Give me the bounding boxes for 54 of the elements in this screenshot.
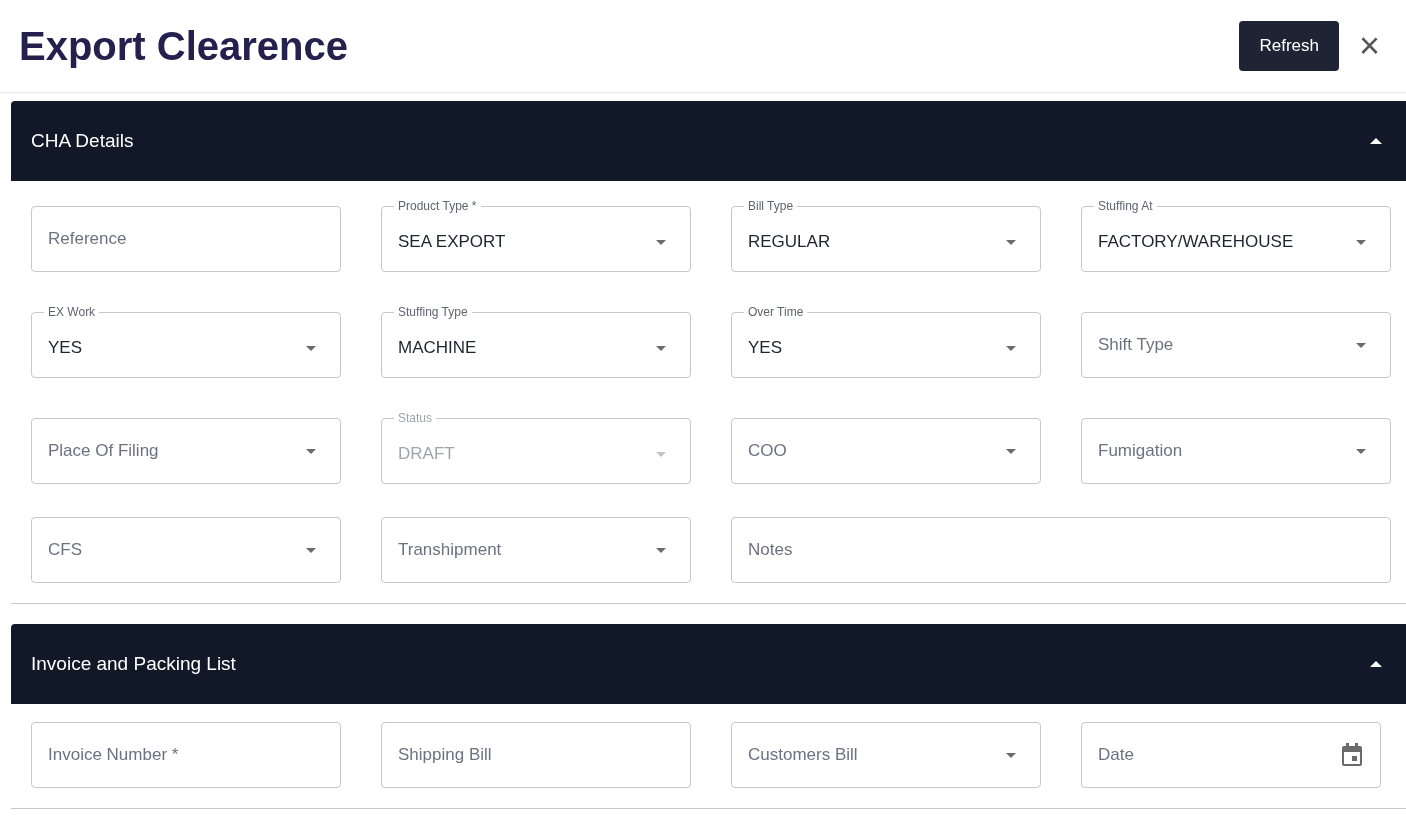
select-field[interactable]: EX Work YES <box>31 305 341 378</box>
field-value: YES <box>48 337 84 360</box>
select-field[interactable]: Fumigation <box>1081 418 1391 484</box>
field-placeholder: Shift Type <box>1098 334 1175 357</box>
field-value: FACTORY/WAREHOUSE <box>1098 231 1295 254</box>
notes-field[interactable]: Notes <box>731 517 1391 583</box>
text-field[interactable]: Invoice Number * <box>31 722 341 788</box>
select-field[interactable]: Place Of Filing <box>31 418 341 484</box>
field-value: SEA EXPORT <box>398 231 507 254</box>
field-placeholder: Customers Bill <box>748 744 859 767</box>
collapse-caret-icon <box>1370 138 1382 144</box>
select-field[interactable]: CFS <box>31 517 341 583</box>
select-field[interactable]: Transhipment <box>381 517 691 583</box>
input-text[interactable]: Shipping Bill <box>398 742 674 768</box>
select-field[interactable]: Product Type * SEA EXPORT <box>381 199 691 272</box>
field-label: Over Time <box>747 305 805 319</box>
section-title: CHA Details <box>31 128 134 153</box>
input-text[interactable]: Notes <box>748 537 1374 563</box>
field-label: Stuffing Type <box>397 305 469 319</box>
section-header[interactable]: CHA Details <box>11 101 1406 181</box>
select-field[interactable]: Bill Type REGULAR <box>731 199 1041 272</box>
field-placeholder: Transhipment <box>398 539 503 562</box>
field-label: Bill Type <box>747 199 795 213</box>
refresh-button[interactable]: Refresh <box>1239 21 1339 71</box>
input-text[interactable]: Date <box>1098 742 1340 768</box>
select-field[interactable]: Customers Bill <box>731 722 1041 788</box>
field-value: MACHINE <box>398 337 478 360</box>
field-placeholder: CFS <box>48 539 83 562</box>
field-value: YES <box>748 337 784 360</box>
input-text[interactable]: Reference <box>48 226 324 252</box>
field-placeholder: Fumigation <box>1098 440 1184 463</box>
select-field[interactable]: Stuffing Type MACHINE <box>381 305 691 378</box>
field-label: Stuffing At <box>1097 199 1154 213</box>
close-button[interactable]: × <box>1358 28 1380 64</box>
section-header[interactable]: Invoice and Packing List <box>11 624 1406 704</box>
field-placeholder: COO <box>748 440 788 463</box>
text-field[interactable]: Shipping Bill <box>381 722 691 788</box>
page-title: Export Clearence <box>19 23 349 70</box>
text-field[interactable]: Reference <box>31 206 341 272</box>
input-text[interactable]: Invoice Number * <box>48 742 324 768</box>
field-label: EX Work <box>47 305 97 319</box>
field-value: DRAFT <box>398 443 456 466</box>
field-value: REGULAR <box>748 231 832 254</box>
calendar-icon[interactable] <box>1340 742 1364 768</box>
field-label: Product Type * <box>397 199 478 213</box>
field-label: Status <box>397 411 434 425</box>
select-field[interactable]: Shift Type <box>1081 312 1391 378</box>
select-field[interactable]: Over Time YES <box>731 305 1041 378</box>
field-placeholder: Place Of Filing <box>48 440 160 463</box>
section-title: Invoice and Packing List <box>31 651 236 676</box>
date-field[interactable]: Date <box>1081 722 1381 788</box>
select-field[interactable]: Stuffing At FACTORY/WAREHOUSE <box>1081 199 1391 272</box>
collapse-caret-icon <box>1370 661 1382 667</box>
select-field[interactable]: COO <box>731 418 1041 484</box>
